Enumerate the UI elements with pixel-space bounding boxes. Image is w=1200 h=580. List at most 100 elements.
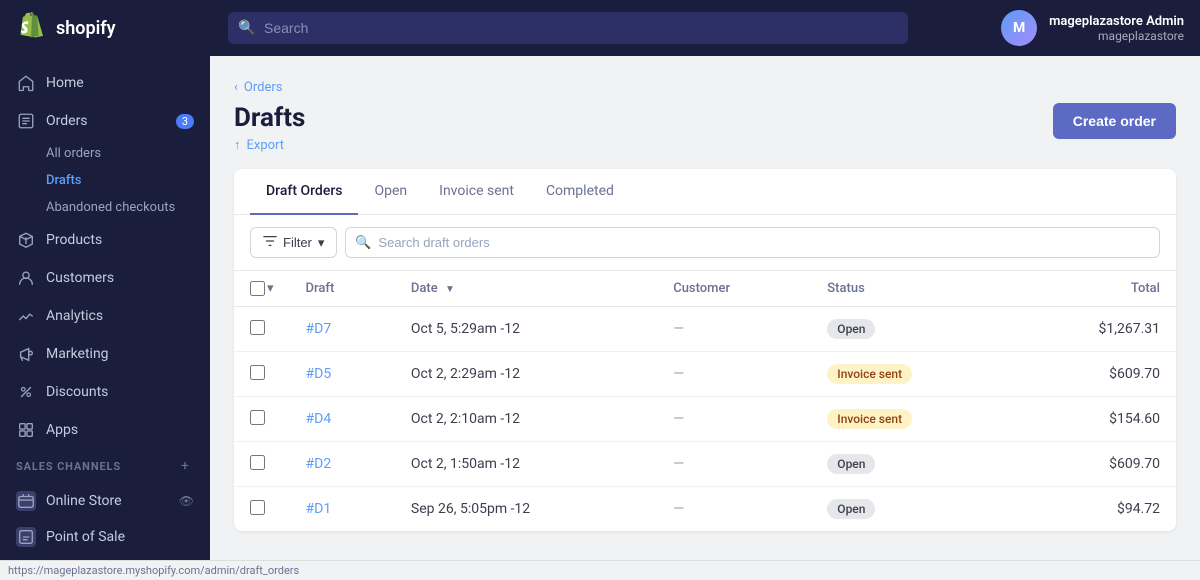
- sidebar-item-analytics-label: Analytics: [46, 308, 103, 324]
- sidebar-item-home[interactable]: Home: [0, 64, 210, 102]
- row-checkbox-2[interactable]: [250, 410, 265, 425]
- user-store: mageplazastore: [1049, 29, 1184, 43]
- statusbar-url: https://mageplazastore.myshopify.com/adm…: [8, 564, 299, 577]
- th-draft: Draft: [290, 271, 395, 307]
- chevron-left-icon: ‹: [234, 80, 238, 95]
- avatar[interactable]: M: [1001, 10, 1037, 46]
- status-badge-3: Open: [827, 454, 875, 474]
- tab-completed[interactable]: Completed: [530, 169, 630, 215]
- breadcrumb[interactable]: ‹ Orders: [234, 80, 1176, 95]
- table-row: #D5 Oct 2, 2:29am -12 — Invoice sent $60…: [234, 352, 1176, 397]
- search-filter: 🔍: [345, 227, 1160, 258]
- tab-invoice-sent[interactable]: Invoice sent: [423, 169, 530, 215]
- sales-channels-label: SALES CHANNELS: [16, 460, 121, 473]
- table-body: #D7 Oct 5, 5:29am -12 — Open $1,267.31 #…: [234, 307, 1176, 532]
- draft-link-2[interactable]: #D4: [306, 411, 332, 427]
- sidebar-item-orders[interactable]: Orders 3: [0, 102, 210, 140]
- filter-icon: [263, 234, 277, 251]
- checkbox-arrow-icon[interactable]: ▾: [267, 281, 274, 296]
- tab-open[interactable]: Open: [358, 169, 423, 215]
- search-bar[interactable]: 🔍: [228, 12, 908, 44]
- logo[interactable]: shopify: [16, 12, 216, 44]
- row-date-1: Oct 2, 2:29am -12: [395, 352, 657, 397]
- filter-button[interactable]: Filter ▾: [250, 227, 337, 258]
- sales-channels-header: SALES CHANNELS +: [0, 449, 210, 483]
- status-badge-4: Open: [827, 499, 875, 519]
- tab-draft-orders[interactable]: Draft Orders: [250, 169, 358, 215]
- sidebar-item-drafts[interactable]: Drafts: [46, 167, 210, 194]
- th-date[interactable]: Date ▼: [395, 271, 657, 307]
- row-total-0: $1,267.31: [1014, 307, 1176, 352]
- row-date-2: Oct 2, 2:10am -12: [395, 397, 657, 442]
- row-total-2: $154.60: [1014, 397, 1176, 442]
- tabs-bar: Draft Orders Open Invoice sent Completed: [234, 169, 1176, 215]
- user-menu: M mageplazastore Admin mageplazastore: [1001, 10, 1184, 46]
- row-status-0: Open: [811, 307, 1013, 352]
- row-checkbox-cell: [234, 352, 290, 397]
- row-customer-4: —: [657, 487, 811, 532]
- th-total: Total: [1014, 271, 1176, 307]
- sidebar-item-discounts[interactable]: Discounts: [0, 373, 210, 411]
- topbar: shopify 🔍 M mageplazastore Admin magepla…: [0, 0, 1200, 56]
- search-icon: 🔍: [238, 20, 255, 36]
- user-name: mageplazastore Admin: [1049, 14, 1184, 29]
- filter-label: Filter: [283, 235, 312, 250]
- sidebar-item-products-label: Products: [46, 232, 102, 248]
- sidebar-item-marketing[interactable]: Marketing: [0, 335, 210, 373]
- draft-link-1[interactable]: #D5: [306, 366, 332, 382]
- row-status-4: Open: [811, 487, 1013, 532]
- row-checkbox-cell: [234, 397, 290, 442]
- user-info: mageplazastore Admin mageplazastore: [1049, 14, 1184, 43]
- orders-icon: [16, 111, 36, 131]
- select-all-col: ▾: [234, 271, 290, 307]
- row-checkbox-3[interactable]: [250, 455, 265, 470]
- row-checkbox-4[interactable]: [250, 500, 265, 515]
- sidebar-item-abandoned[interactable]: Abandoned checkouts: [46, 194, 210, 221]
- row-checkbox-1[interactable]: [250, 365, 265, 380]
- sidebar-item-products[interactable]: Products: [0, 221, 210, 259]
- row-draft-2: #D4: [290, 397, 395, 442]
- sidebar-item-discounts-label: Discounts: [46, 384, 108, 400]
- draft-link-3[interactable]: #D2: [306, 456, 332, 472]
- add-channel-button[interactable]: +: [176, 457, 194, 475]
- create-order-button[interactable]: Create order: [1053, 103, 1176, 139]
- row-draft-1: #D5: [290, 352, 395, 397]
- sidebar: Home Orders 3 All orders Drafts Abandone…: [0, 56, 210, 580]
- sidebar-item-customers[interactable]: Customers: [0, 259, 210, 297]
- table-row: #D2 Oct 2, 1:50am -12 — Open $609.70: [234, 442, 1176, 487]
- main-content: ‹ Orders Drafts ↑ Export Create order Dr…: [210, 56, 1200, 580]
- row-checkbox-0[interactable]: [250, 320, 265, 335]
- row-status-2: Invoice sent: [811, 397, 1013, 442]
- row-checkbox-cell: [234, 487, 290, 532]
- filter-chevron-icon: ▾: [318, 235, 325, 251]
- select-all-checkbox[interactable]: [250, 281, 265, 296]
- draft-link-4[interactable]: #D1: [306, 501, 332, 517]
- statusbar: https://mageplazastore.myshopify.com/adm…: [0, 560, 1200, 580]
- draft-link-0[interactable]: #D7: [306, 321, 332, 337]
- status-badge-2: Invoice sent: [827, 409, 912, 429]
- table-header: ▾ Draft Date ▼ Customer Status Total: [234, 271, 1176, 307]
- sidebar-item-apps-label: Apps: [46, 422, 78, 438]
- row-draft-0: #D7: [290, 307, 395, 352]
- sidebar-item-pos[interactable]: Point of Sale: [0, 519, 210, 555]
- sidebar-item-analytics[interactable]: Analytics: [0, 297, 210, 335]
- breadcrumb-text[interactable]: Orders: [244, 80, 283, 95]
- export-label[interactable]: Export: [247, 138, 285, 153]
- eye-icon[interactable]: 👁: [179, 494, 194, 508]
- drafts-card: Draft Orders Open Invoice sent Completed…: [234, 169, 1176, 531]
- marketing-icon: [16, 344, 36, 364]
- draft-search-input[interactable]: [345, 227, 1160, 258]
- sidebar-item-orders-label: Orders: [46, 113, 88, 129]
- sidebar-item-pos-label: Point of Sale: [46, 529, 125, 545]
- row-status-3: Open: [811, 442, 1013, 487]
- search-input[interactable]: [228, 12, 908, 44]
- sidebar-item-apps[interactable]: Apps: [0, 411, 210, 449]
- row-date-0: Oct 5, 5:29am -12: [395, 307, 657, 352]
- status-badge-0: Open: [827, 319, 875, 339]
- sidebar-item-online-store[interactable]: Online Store 👁: [0, 483, 210, 519]
- sidebar-item-all-orders[interactable]: All orders: [46, 140, 210, 167]
- export-button[interactable]: ↑ Export: [234, 137, 305, 153]
- online-store-icon: [16, 491, 36, 511]
- sort-icon: ▼: [445, 284, 455, 295]
- th-customer: Customer: [657, 271, 811, 307]
